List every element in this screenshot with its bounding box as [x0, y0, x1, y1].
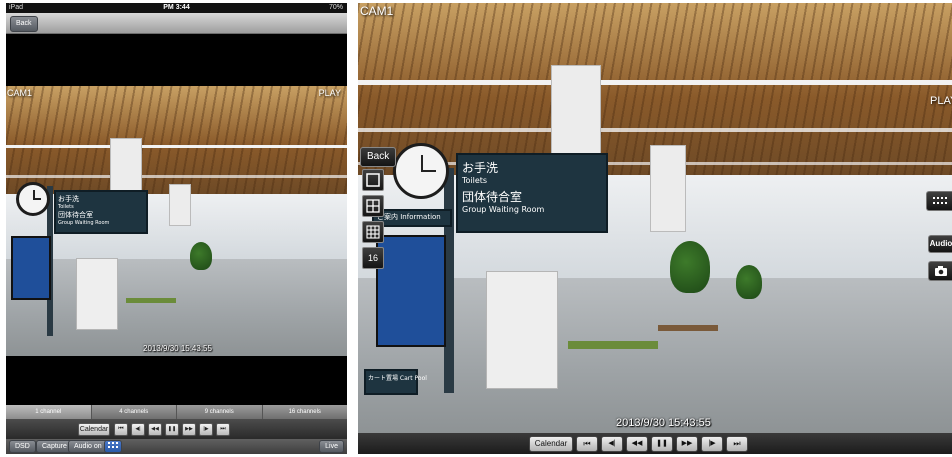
playback-controls: Calendar ⏮ ◀| ◀◀ ❚❚ ▶▶ |▶ ⏭ — [358, 433, 952, 454]
playback-controls: Calendar ⏮ ◀| ◀◀ ❚❚ ▶▶ |▶ ⏭ — [6, 419, 347, 439]
scene-truss — [6, 175, 347, 179]
sign-waiting-jp: 団体待合室 — [58, 211, 93, 219]
scene-banner — [169, 184, 191, 226]
tab-4-channels[interactable]: 4 channels — [92, 405, 177, 419]
step-back-button[interactable]: ◀| — [601, 436, 623, 452]
keypad-tab[interactable] — [926, 191, 952, 211]
layout-2x2-icon[interactable] — [362, 195, 384, 217]
scene-plant — [190, 242, 212, 270]
sign-waiting-en: Group Waiting Room — [58, 220, 110, 226]
ipad-portrait-viewer: iPad PM 3:44 70% Back お手洗 Toilets 団体待合室 … — [6, 3, 347, 454]
channel-tabs: 1 channel 4 channels 9 channels 16 chann… — [6, 405, 347, 419]
scene-truss — [358, 127, 952, 132]
step-forward-button[interactable]: |▶ — [701, 436, 723, 452]
grid-dots-icon — [933, 197, 947, 204]
clock-label: PM 3:44 — [163, 4, 190, 11]
camera-label: CAM1 — [7, 88, 33, 98]
playback-status: PLAY — [930, 95, 952, 107]
calendar-button[interactable]: Calendar — [78, 423, 110, 436]
scene-banner — [650, 145, 686, 232]
live-button[interactable]: Live — [319, 440, 344, 453]
layout-1x1-icon[interactable] — [362, 169, 384, 191]
skip-start-button[interactable]: ⏮ — [114, 423, 128, 436]
camera-video[interactable]: お手洗 Toilets 団体待合室 Group Waiting Room CAM… — [6, 86, 347, 356]
pause-button[interactable]: ❚❚ — [651, 436, 673, 452]
rewind-button[interactable]: ◀◀ — [148, 423, 162, 436]
tab-9-channels[interactable]: 9 channels — [177, 405, 263, 419]
scene-bench — [568, 341, 658, 349]
scene-truss — [6, 145, 347, 149]
scene-info-sign: ご案内 Information — [372, 209, 452, 227]
scene-kiosk — [76, 258, 118, 330]
keypad-icon[interactable] — [104, 440, 122, 453]
rewind-button[interactable]: ◀◀ — [626, 436, 648, 452]
sign-toilets-jp: お手洗 — [462, 161, 499, 175]
camera-icon — [935, 266, 947, 276]
navigation-bar: Back — [6, 13, 347, 34]
camera-video-fullscreen[interactable]: お手洗 Toilets 団体待合室 Group Waiting Room ご案内… — [358, 3, 952, 433]
camera-label: CAM1 — [360, 4, 394, 18]
tab-1-channel[interactable]: 1 channel — [6, 405, 92, 419]
scene-truss — [358, 80, 952, 86]
calendar-button[interactable]: Calendar — [529, 436, 573, 452]
pause-button[interactable]: ❚❚ — [165, 423, 179, 436]
playback-status: PLAY — [318, 88, 341, 98]
sign-waiting-jp: 団体待合室 — [462, 190, 523, 204]
sign-toilets-en: Toilets — [462, 176, 488, 185]
sign-toilets-jp: お手洗 — [58, 195, 79, 203]
battery-label: 70% — [328, 4, 343, 11]
scene-plant — [736, 265, 762, 299]
audio-button[interactable]: Audio — [928, 235, 952, 253]
scene-plant — [670, 241, 710, 293]
sign-waiting-en: Group Waiting Room — [462, 205, 545, 214]
tab-16-channels[interactable]: 16 channels — [263, 405, 348, 419]
scene-clock — [16, 182, 50, 216]
step-forward-button[interactable]: |▶ — [199, 423, 213, 436]
cart-label: カート置場 Cart Pool — [368, 375, 427, 382]
fast-forward-button[interactable]: ▶▶ — [676, 436, 698, 452]
video-timestamp: 2013/9/30 15:43:55 — [616, 417, 711, 429]
skip-start-button[interactable]: ⏮ — [576, 436, 598, 452]
video-timestamp: 2013/9/30 15:43:55 — [143, 344, 212, 353]
skip-end-button[interactable]: ⏭ — [216, 423, 230, 436]
layout-3x3-icon[interactable] — [362, 221, 384, 243]
capture-button[interactable] — [928, 261, 952, 281]
info-label: ご案内 Information — [377, 213, 441, 221]
scene-bench — [126, 298, 176, 303]
scene-info-board — [376, 235, 446, 347]
scene-clock — [393, 143, 449, 199]
nine-view-icon — [366, 225, 380, 239]
layout-16-icon[interactable]: 16 — [362, 247, 384, 269]
single-view-icon — [366, 173, 380, 187]
scene-banner — [551, 65, 601, 162]
scene-floor — [6, 258, 347, 356]
scene-sign: お手洗 Toilets 団体待合室 Group Waiting Room — [456, 153, 608, 233]
dsd-button[interactable]: DSD — [9, 440, 36, 453]
back-button[interactable]: Back — [10, 16, 38, 32]
scene-bench — [658, 325, 718, 331]
quad-view-icon — [366, 199, 380, 213]
grid-dots-icon — [108, 442, 118, 448]
scene-cart-sign: カート置場 Cart Pool — [364, 369, 427, 395]
scene-sign: お手洗 Toilets 団体待合室 Group Waiting Room — [54, 190, 148, 234]
scene-info-board — [11, 236, 51, 300]
audio-on-button[interactable]: Audio on — [68, 440, 108, 453]
back-button[interactable]: Back — [360, 147, 397, 167]
skip-end-button[interactable]: ⏭ — [726, 436, 748, 452]
step-back-button[interactable]: ◀| — [131, 423, 145, 436]
ios-status-bar: iPad PM 3:44 70% — [6, 3, 347, 13]
landscape-fullscreen-viewer: お手洗 Toilets 団体待合室 Group Waiting Room ご案内… — [358, 3, 952, 454]
fast-forward-button[interactable]: ▶▶ — [182, 423, 196, 436]
bottom-toolbar: DSD Capture Audio on Live — [6, 439, 347, 454]
scene-kiosk — [486, 271, 558, 389]
